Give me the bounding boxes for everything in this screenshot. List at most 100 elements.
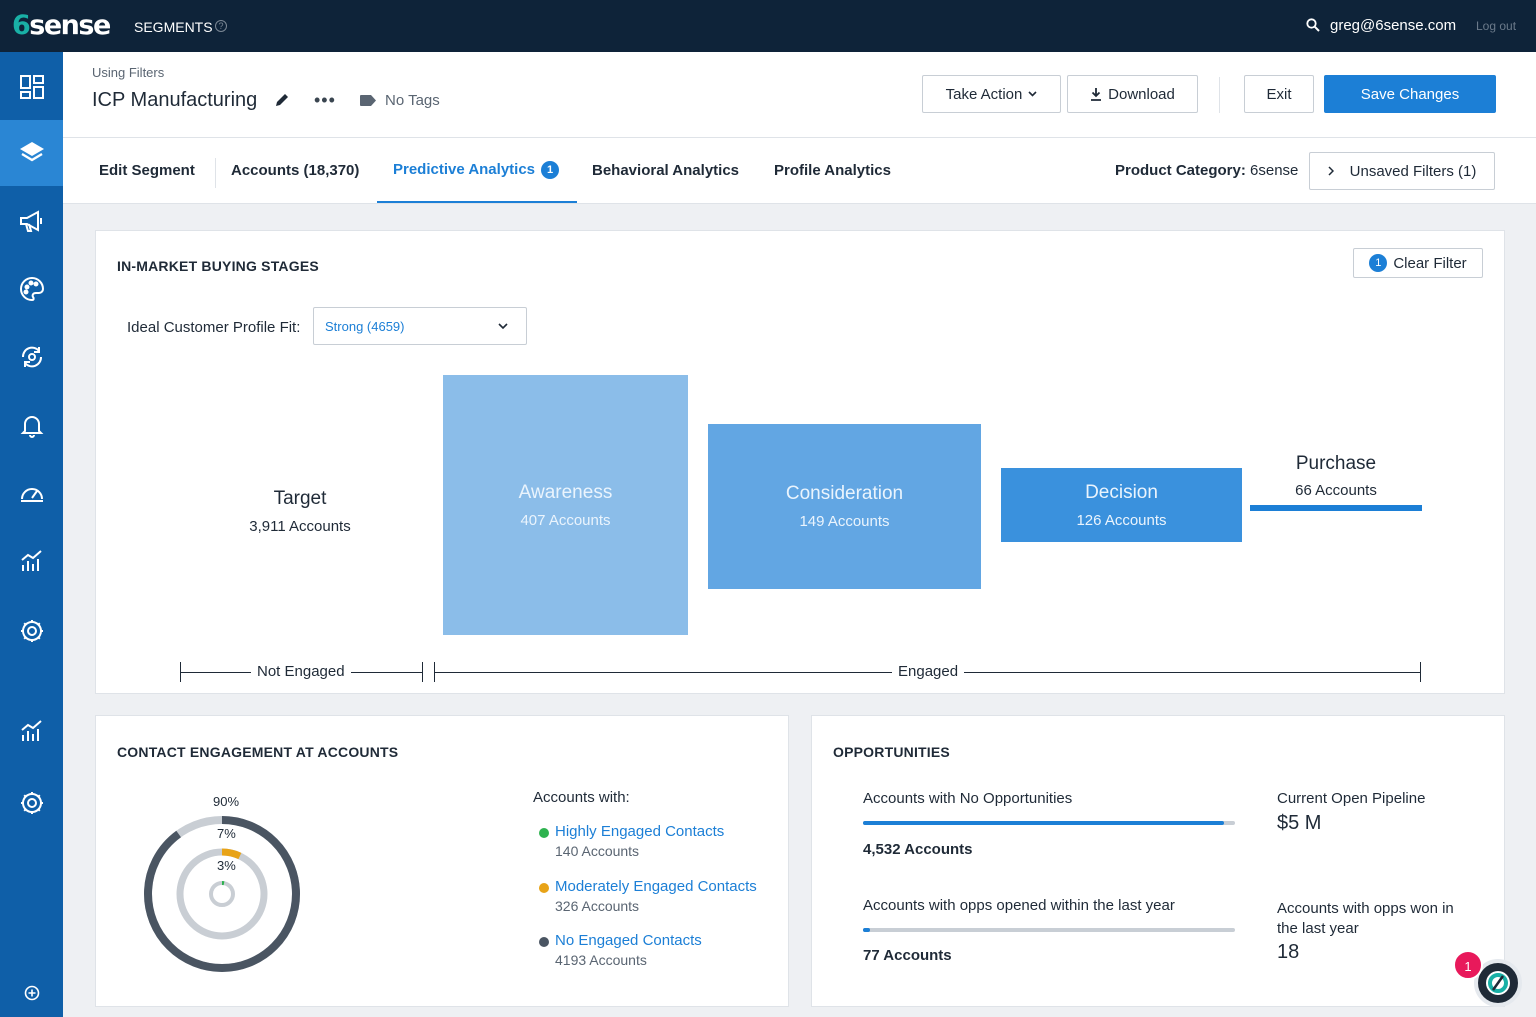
clear-filter-button[interactable]: 1 Clear Filter [1353,248,1483,278]
pipeline-label: Current Open Pipeline [1277,790,1426,807]
layers-icon [19,142,44,162]
stage-decision[interactable]: Decision 126 Accounts [1001,468,1242,542]
save-changes-button[interactable]: Save Changes [1324,75,1496,113]
sidebar-item-settings[interactable] [0,598,63,664]
panel-title: IN-MARKET BUYING STAGES [117,258,319,274]
sidebar-item-analytics[interactable] [0,698,63,764]
tab-accounts[interactable]: Accounts (18,370) [231,138,359,203]
axis-tick [1420,662,1421,682]
legend-label[interactable]: Moderately Engaged Contacts [555,878,757,895]
stage-purchase[interactable]: Purchase 66 Accounts [1250,453,1422,513]
legend-heading: Accounts with: [533,789,630,806]
download-button[interactable]: Download [1067,75,1198,113]
sidebar-item-creative[interactable] [0,256,63,322]
stage-consideration[interactable]: Consideration 149 Accounts [708,424,981,589]
sidebar-item-dashboard[interactable] [0,54,63,120]
bell-icon [20,416,43,438]
no-opps-value[interactable]: 4,532 Accounts [863,841,973,858]
tags-label[interactable]: No Tags [385,92,440,109]
stage-count: 126 Accounts [1076,511,1167,529]
sidebar-item-alerts[interactable] [0,392,63,458]
download-label: Download [1108,85,1175,103]
legend-count: 326 Accounts [555,898,640,914]
divider [215,158,216,188]
opps-opened-bar [863,928,1235,932]
sidebar-item-admin-settings[interactable] [0,770,63,836]
stage-name: Purchase [1295,453,1377,474]
opps-won-value: 18 [1277,941,1300,963]
stage-awareness[interactable]: Awareness 407 Accounts [443,375,688,635]
assistant-icon [1486,971,1510,995]
stage-name: Target [273,487,327,509]
exit-button[interactable]: Exit [1244,75,1314,113]
opps-opened-label: Accounts with opps opened within the las… [863,897,1175,914]
ring-no-engaged[interactable] [144,816,300,972]
page-title: ICP Manufacturing [92,89,258,111]
help-icon[interactable]: ? [215,20,227,32]
clear-filter-label: Clear Filter [1393,254,1467,272]
legend-dot [539,828,549,838]
segment-header: Using Filters ICP Manufacturing ••• No T… [63,52,1536,138]
search-icon[interactable] [1306,18,1320,32]
tab-profile-analytics[interactable]: Profile Analytics [774,138,891,203]
unsaved-filters-label: Unsaved Filters (1) [1349,162,1477,180]
tab-edit-segment[interactable]: Edit Segment [99,138,195,203]
section-title: SEGMENTS [134,19,213,35]
engaged-label: Engaged [892,663,965,680]
palette-icon [19,276,44,302]
stage-count: 66 Accounts [1295,482,1377,499]
pencil-icon[interactable] [274,92,290,108]
icp-fit-select[interactable]: Strong (4659) [313,307,527,345]
download-icon [1091,87,1102,101]
axis-tick [422,662,423,682]
exit-label: Exit [1266,85,1292,103]
legend-label[interactable]: No Engaged Contacts [555,932,702,949]
legend-label[interactable]: Highly Engaged Contacts [555,823,724,840]
sidebar-item-performance[interactable] [0,460,63,526]
user-email[interactable]: greg@6sense.com [1330,17,1456,34]
legend-dot [539,937,549,947]
sidebar-item-orchestrations[interactable] [0,324,63,390]
tab-predictive-analytics[interactable]: Predictive Analytics 1 [377,138,577,203]
filter-count-badge: 1 [1369,254,1388,272]
tab-bar: Edit Segment Accounts (18,370) Predictiv… [63,138,1536,204]
legend-count: 4193 Accounts [555,952,647,968]
sidebar-item-campaigns[interactable] [0,188,63,254]
top-bar: 6sense SEGMENTS ? greg@6sense.com Log ou… [0,0,1536,52]
stage-target[interactable]: Target 3,911 Accounts [200,451,400,571]
stage-count: 149 Accounts [799,513,890,530]
logo[interactable]: 6sense [12,10,111,41]
unsaved-filters-button[interactable]: Unsaved Filters (1) [1309,152,1495,190]
icp-fit-label: Ideal Customer Profile Fit: [127,319,301,336]
legend-count: 140 Accounts [555,843,640,859]
sidebar-item-reports[interactable] [0,528,63,594]
opps-opened-value[interactable]: 77 Accounts [863,947,952,964]
more-options-icon[interactable]: ••• [314,90,336,111]
ring-label-middle: 7% [217,826,236,841]
purchase-bar [1250,505,1422,511]
chart-icon [20,550,42,571]
logout-link[interactable]: Log out [1476,19,1516,33]
chart-icon [20,720,42,741]
panel-title: CONTACT ENGAGEMENT AT ACCOUNTS [117,744,399,760]
tag-icon [360,95,376,106]
take-action-button[interactable]: Take Action [922,75,1061,113]
ring-label-inner: 3% [217,858,236,873]
sidebar-item-segments[interactable] [0,120,63,186]
not-engaged-label: Not Engaged [251,663,351,680]
add-circle-icon[interactable] [24,985,40,1001]
panel-title: OPPORTUNITIES [833,744,950,760]
stage-name: Decision [1085,481,1158,503]
take-action-label: Take Action [945,85,1023,103]
breadcrumb[interactable]: Using Filters [92,65,164,80]
product-category: Product Category: 6sense [1115,162,1299,179]
gear-icon [20,620,43,642]
stage-name: Consideration [785,483,904,504]
stage-count: 407 Accounts [520,511,611,529]
opportunities-panel: OPPORTUNITIES Accounts with No Opportuni… [811,715,1505,1007]
tab-behavioral-analytics[interactable]: Behavioral Analytics [592,138,739,203]
buying-stages-panel: IN-MARKET BUYING STAGES 1 Clear Filter I… [95,230,1505,694]
opps-opened-bar-fill [863,928,871,932]
legend-dot [539,883,549,893]
no-opps-label: Accounts with No Opportunities [863,790,1073,807]
